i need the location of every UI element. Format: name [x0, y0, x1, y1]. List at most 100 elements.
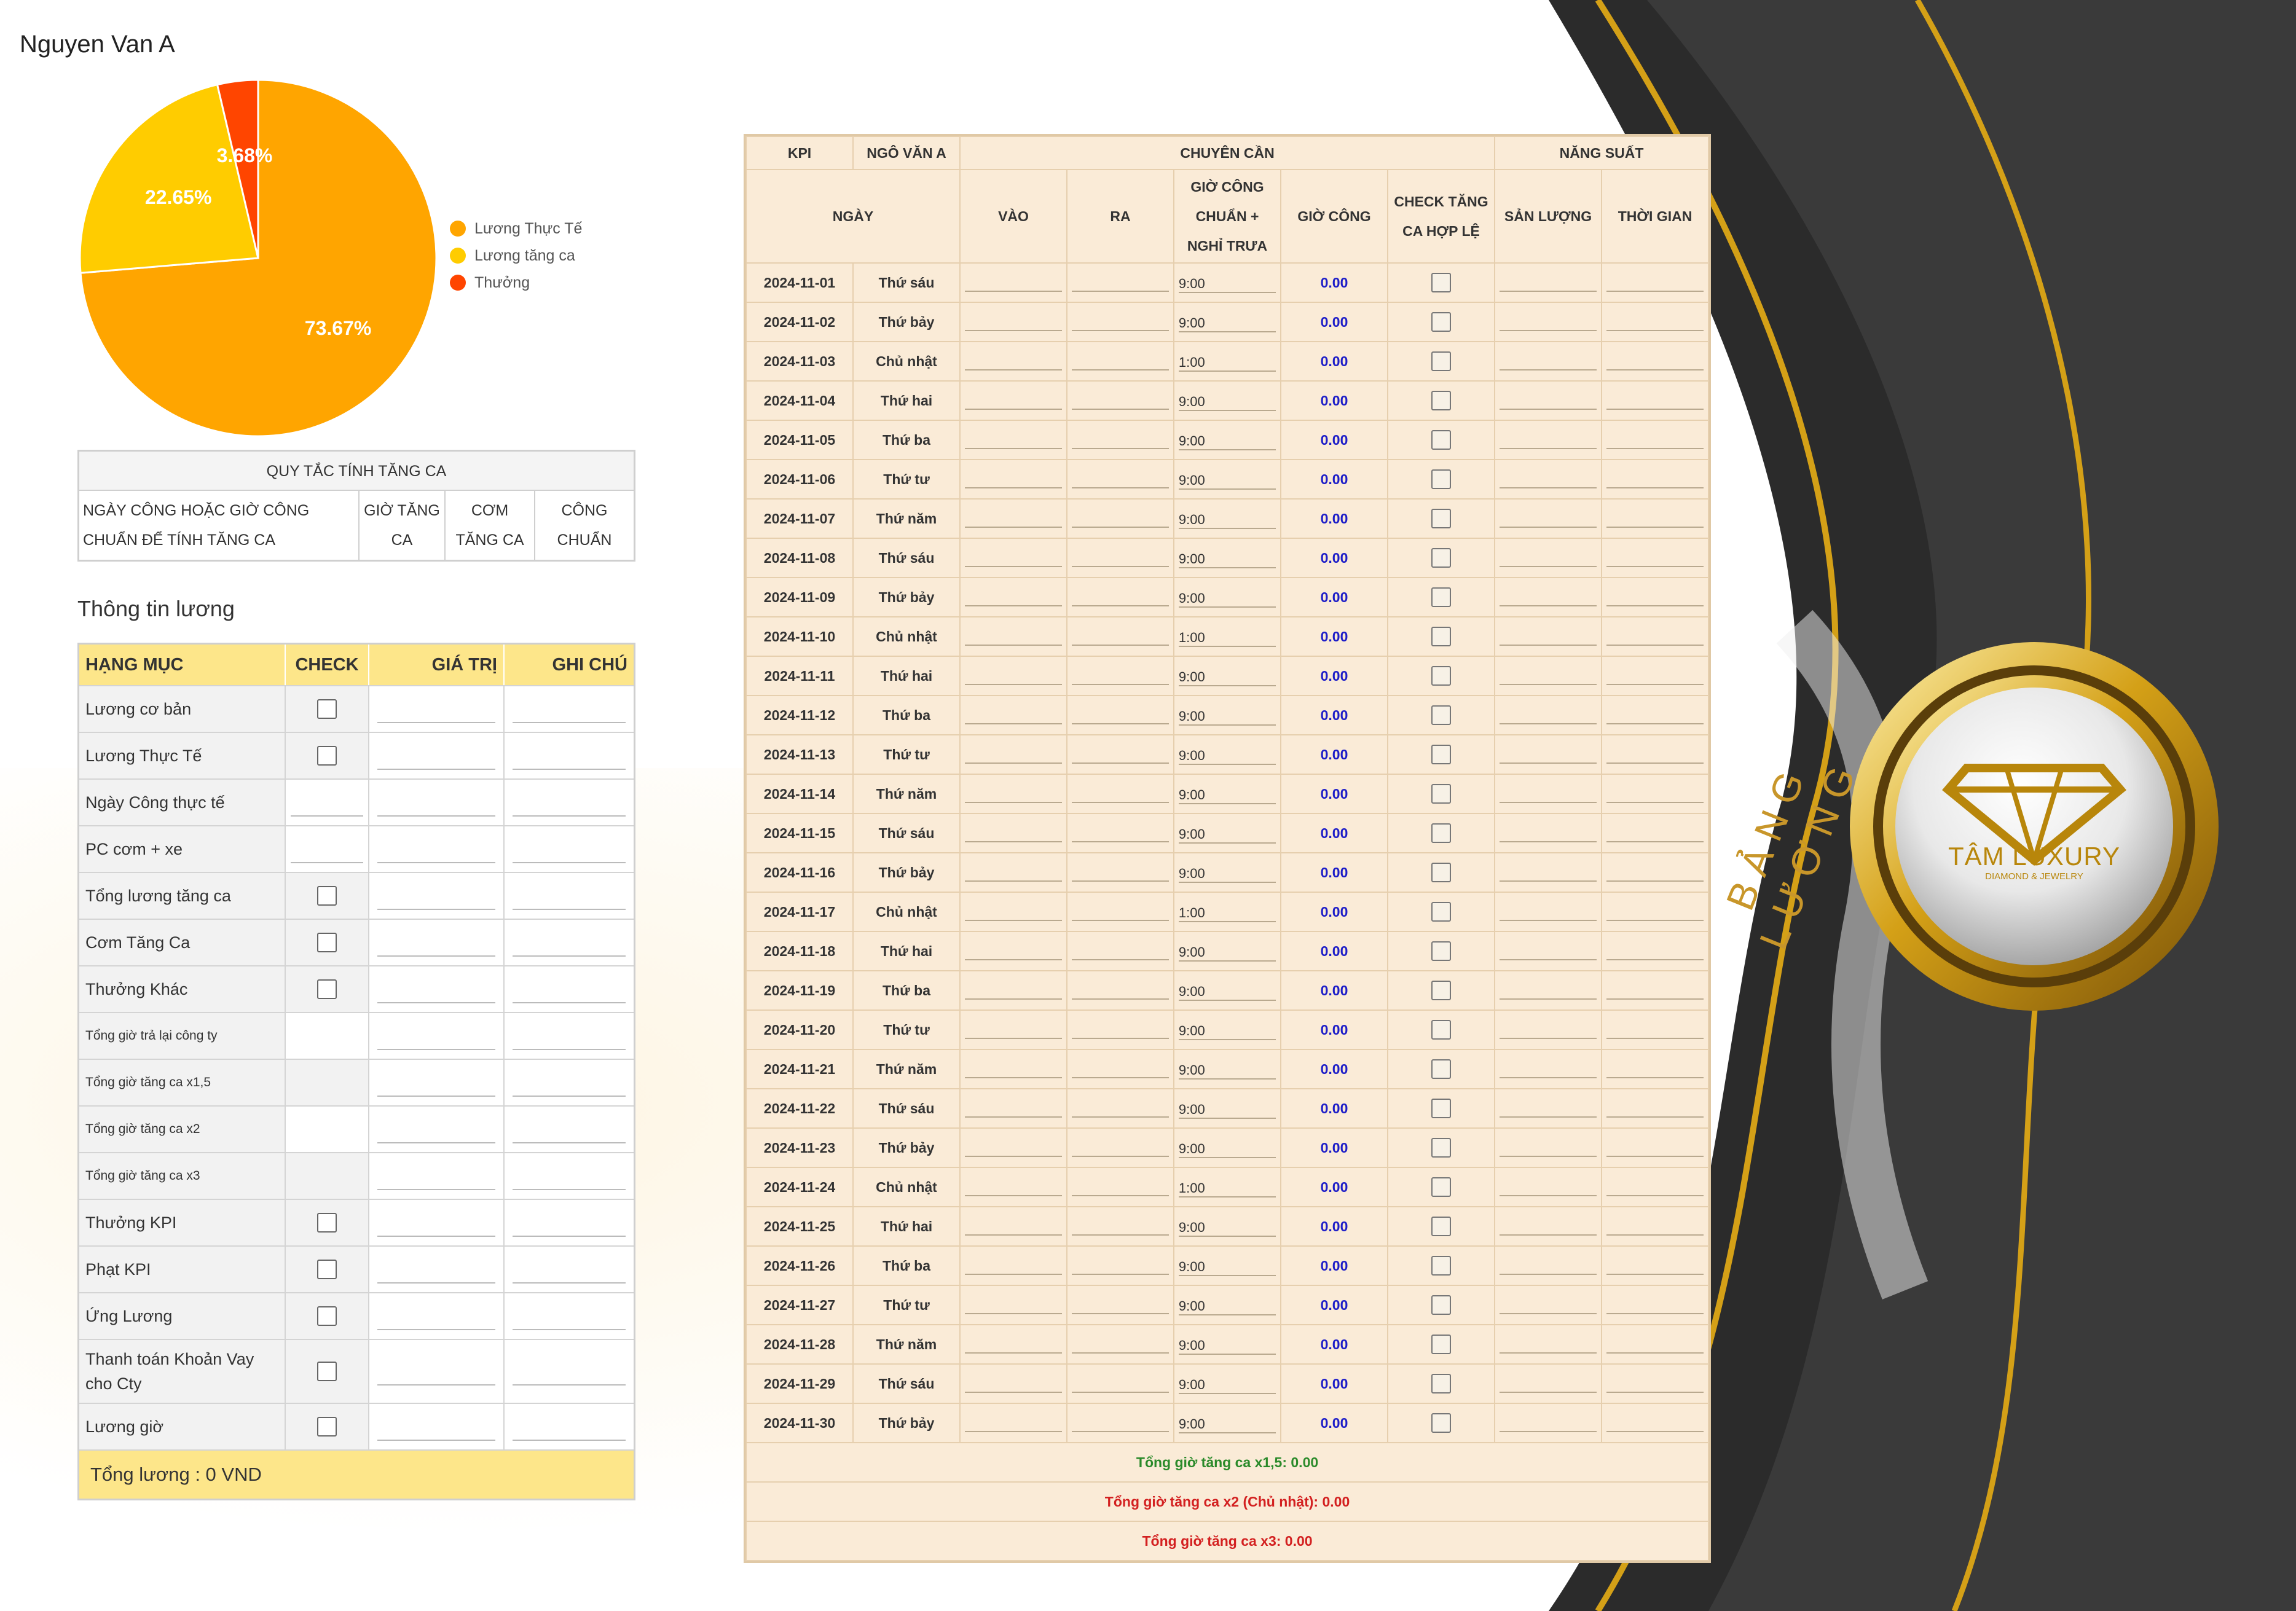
- ot-valid-checkbox[interactable]: [1431, 745, 1452, 764]
- ot-valid-checkbox[interactable]: [1431, 941, 1452, 961]
- time-input[interactable]: [1606, 1099, 1704, 1118]
- in-input[interactable]: [964, 352, 1063, 370]
- std-hours-input[interactable]: 9:00: [1178, 429, 1276, 450]
- output-input[interactable]: [1499, 1099, 1597, 1118]
- ot-valid-checkbox[interactable]: [1431, 509, 1452, 528]
- time-input[interactable]: [1606, 785, 1704, 803]
- out-input[interactable]: [1071, 391, 1170, 410]
- time-input[interactable]: [1606, 588, 1704, 606]
- time-input[interactable]: [1606, 745, 1704, 764]
- out-input[interactable]: [1071, 785, 1170, 803]
- in-input[interactable]: [964, 706, 1063, 724]
- in-input[interactable]: [964, 863, 1063, 882]
- time-input[interactable]: [1606, 1374, 1704, 1393]
- in-input[interactable]: [964, 1099, 1063, 1118]
- time-input[interactable]: [1606, 1060, 1704, 1078]
- salary-note-input[interactable]: [512, 928, 626, 957]
- ot-valid-checkbox[interactable]: [1431, 391, 1452, 410]
- output-input[interactable]: [1499, 1178, 1597, 1196]
- ot-valid-checkbox[interactable]: [1431, 1020, 1452, 1040]
- salary-value-input[interactable]: [377, 1357, 495, 1386]
- time-input[interactable]: [1606, 1296, 1704, 1314]
- ot-valid-checkbox[interactable]: [1431, 1256, 1452, 1276]
- salary-value-input[interactable]: [377, 742, 495, 770]
- salary-note-input[interactable]: [512, 1302, 626, 1330]
- output-input[interactable]: [1499, 981, 1597, 1000]
- ot-valid-checkbox[interactable]: [1431, 1217, 1452, 1236]
- salary-note-input[interactable]: [512, 1162, 626, 1190]
- ot-valid-checkbox[interactable]: [1431, 1099, 1452, 1118]
- salary-value-input[interactable]: [377, 1413, 495, 1441]
- out-input[interactable]: [1071, 1414, 1170, 1432]
- out-input[interactable]: [1071, 627, 1170, 646]
- time-input[interactable]: [1606, 667, 1704, 685]
- ot-valid-checkbox[interactable]: [1431, 902, 1452, 922]
- salary-value-input[interactable]: [377, 882, 495, 910]
- output-input[interactable]: [1499, 1414, 1597, 1432]
- salary-value-input[interactable]: [377, 1115, 495, 1143]
- out-input[interactable]: [1071, 588, 1170, 606]
- output-input[interactable]: [1499, 1374, 1597, 1393]
- salary-note-input[interactable]: [512, 1022, 626, 1050]
- output-input[interactable]: [1499, 391, 1597, 410]
- in-input[interactable]: [964, 549, 1063, 567]
- in-input[interactable]: [964, 1414, 1063, 1432]
- std-hours-input[interactable]: 9:00: [1178, 508, 1276, 529]
- time-input[interactable]: [1606, 1414, 1704, 1432]
- time-input[interactable]: [1606, 509, 1704, 528]
- ot-valid-checkbox[interactable]: [1431, 627, 1452, 646]
- std-hours-input[interactable]: 9:00: [1178, 1137, 1276, 1158]
- output-input[interactable]: [1499, 667, 1597, 685]
- out-input[interactable]: [1071, 273, 1170, 292]
- salary-checkbox[interactable]: [317, 886, 337, 906]
- salary-value-input[interactable]: [377, 788, 495, 817]
- std-hours-input[interactable]: 9:00: [1178, 587, 1276, 608]
- std-hours-input[interactable]: 9:00: [1178, 1413, 1276, 1433]
- salary-note-input[interactable]: [512, 742, 626, 770]
- std-hours-input[interactable]: 9:00: [1178, 1059, 1276, 1080]
- ot-valid-checkbox[interactable]: [1431, 1374, 1452, 1393]
- ot-valid-checkbox[interactable]: [1431, 273, 1452, 292]
- salary-days-input[interactable]: [291, 788, 363, 817]
- in-input[interactable]: [964, 1217, 1063, 1236]
- output-input[interactable]: [1499, 706, 1597, 724]
- salary-checkbox[interactable]: [317, 933, 337, 952]
- ot-valid-checkbox[interactable]: [1431, 1335, 1452, 1354]
- salary-value-input[interactable]: [377, 1022, 495, 1050]
- ot-valid-checkbox[interactable]: [1431, 1059, 1452, 1079]
- salary-note-input[interactable]: [512, 882, 626, 910]
- salary-value-input[interactable]: [377, 1255, 495, 1284]
- output-input[interactable]: [1499, 273, 1597, 292]
- output-input[interactable]: [1499, 942, 1597, 960]
- in-input[interactable]: [964, 903, 1063, 921]
- time-input[interactable]: [1606, 549, 1704, 567]
- in-input[interactable]: [964, 745, 1063, 764]
- salary-value-input[interactable]: [377, 1162, 495, 1190]
- ot-valid-checkbox[interactable]: [1431, 1413, 1452, 1433]
- salary-note-input[interactable]: [512, 1115, 626, 1143]
- std-hours-input[interactable]: 9:00: [1178, 1373, 1276, 1394]
- out-input[interactable]: [1071, 352, 1170, 370]
- out-input[interactable]: [1071, 1335, 1170, 1354]
- output-input[interactable]: [1499, 509, 1597, 528]
- ot-valid-checkbox[interactable]: [1431, 1177, 1452, 1197]
- salary-value-input[interactable]: [377, 975, 495, 1003]
- in-input[interactable]: [964, 627, 1063, 646]
- std-hours-input[interactable]: 1:00: [1178, 351, 1276, 372]
- time-input[interactable]: [1606, 1256, 1704, 1275]
- out-input[interactable]: [1071, 470, 1170, 488]
- ot-valid-checkbox[interactable]: [1431, 863, 1452, 882]
- out-input[interactable]: [1071, 667, 1170, 685]
- output-input[interactable]: [1499, 1021, 1597, 1039]
- in-input[interactable]: [964, 942, 1063, 960]
- in-input[interactable]: [964, 391, 1063, 410]
- ot-valid-checkbox[interactable]: [1431, 430, 1452, 450]
- out-input[interactable]: [1071, 1296, 1170, 1314]
- in-input[interactable]: [964, 1021, 1063, 1039]
- ot-valid-checkbox[interactable]: [1431, 784, 1452, 804]
- output-input[interactable]: [1499, 1256, 1597, 1275]
- salary-value-input[interactable]: [377, 928, 495, 957]
- time-input[interactable]: [1606, 1217, 1704, 1236]
- salary-note-input[interactable]: [512, 1068, 626, 1097]
- salary-checkbox[interactable]: [317, 1213, 337, 1233]
